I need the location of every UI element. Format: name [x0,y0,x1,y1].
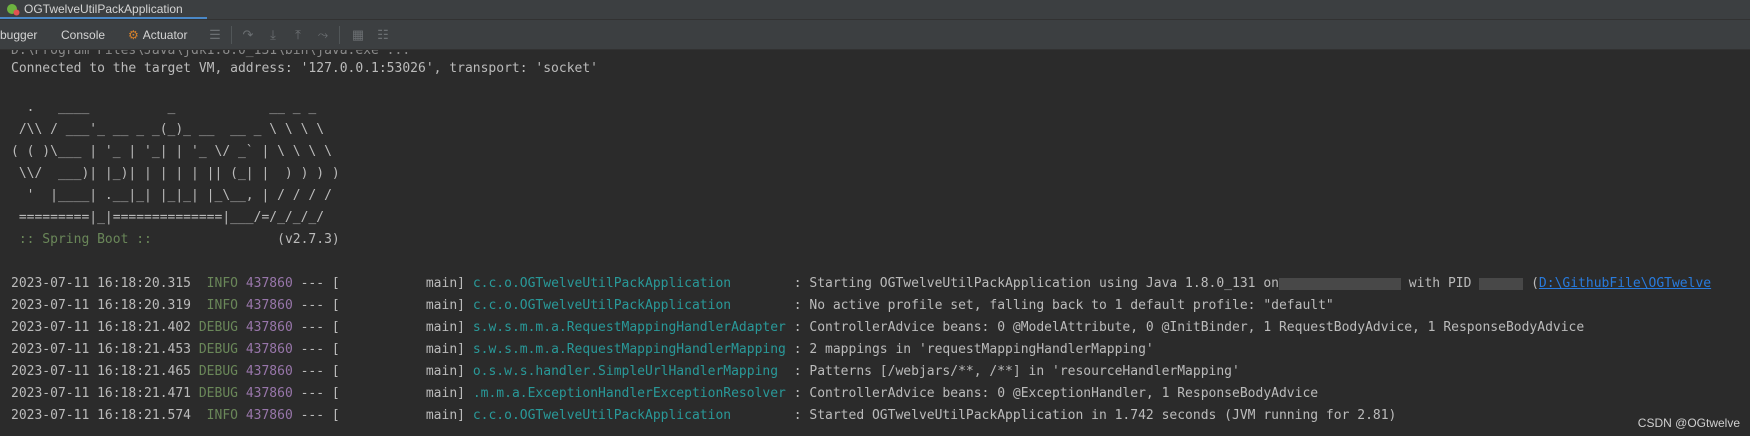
log-separator: --- [ [292,364,340,379]
trace-icon[interactable]: ☷ [375,27,391,43]
redacted-pid [1479,277,1524,290]
log-separator: --- [ [292,342,340,357]
log-timestamp: 2023-07-11 16:18:21.465 [11,364,192,379]
step-over-icon[interactable]: ↷ [240,27,256,43]
log-line: 2023-07-11 16:18:21.465 DEBUG 437860 ---… [11,362,1240,381]
spring-boot-version-line: :: Spring Boot :: (v2.7.3) [11,230,340,249]
step-out-icon[interactable]: ⤒ [290,27,306,43]
log-separator: --- [ [292,320,340,335]
toolbar-divider [231,26,232,44]
log-message-pid-text: with PID [1400,276,1472,291]
log-message: : Starting OGTwelveUtilPackApplication u… [785,276,1279,291]
log-message: : 2 mappings in 'requestMappingHandlerMa… [785,342,1154,357]
log-pid: 437860 [245,386,293,401]
log-pid: 437860 [245,298,293,313]
log-separator: --- [ [292,298,340,313]
log-thread: main] [339,320,465,335]
log-pid: 437860 [245,342,293,357]
log-thread: main] [339,298,465,313]
log-line: 2023-07-11 16:18:21.402 DEBUG 437860 ---… [11,318,1584,337]
log-separator: --- [ [292,408,340,423]
banner-line: \\/ ___)| |_)| | | | | || (_| | ) ) ) ) [11,166,340,181]
csdn-watermark: CSDN @OGtwelve [1637,416,1740,430]
run-tab-label: OGTwelveUtilPackApplication [24,1,183,16]
log-thread: main] [339,386,465,401]
run-tool-window-tabs: OGTwelveUtilPackApplication [0,0,1750,20]
log-level: DEBUG [191,342,238,357]
tab-debugger[interactable]: bugger [0,20,37,49]
log-message: : Patterns [/webjars/**, /**] in 'resour… [785,364,1240,379]
log-level: DEBUG [191,386,238,401]
run-to-cursor-icon[interactable]: ⤳ [315,27,331,43]
log-separator: --- [ [292,386,340,401]
banner-line: /\\ / ___'_ __ _ _(_)_ __ __ _ \ \ \ \ [11,122,325,137]
log-message: : No active profile set, falling back to… [785,298,1334,313]
log-message: : ControllerAdvice beans: 0 @ModelAttrib… [785,320,1585,335]
log-logger: c.c.o.OGTwelveUtilPackApplication [472,408,786,423]
log-timestamp: 2023-07-11 16:18:21.574 [11,408,192,423]
tab-actuator[interactable]: ⚙ Actuator [128,20,187,49]
spring-boot-version: (v2.7.3) [159,232,340,247]
connected-message: Connected to the target VM, address: '12… [11,61,598,76]
log-pid: 437860 [245,276,293,291]
log-message: : ControllerAdvice beans: 0 @ExceptionHa… [785,386,1319,401]
log-timestamp: 2023-07-11 16:18:20.319 [11,298,192,313]
log-timestamp: 2023-07-11 16:18:21.402 [11,320,192,335]
menu-icon[interactable]: ☰ [207,27,223,43]
log-level: INFO [191,276,238,291]
run-toolbar: bugger Console ⚙ Actuator ☰ ↷ ⤓ ⤒ ⤳ ▦ ☷ [0,20,1750,50]
log-pid: 437860 [245,408,293,423]
log-level: DEBUG [191,364,238,379]
log-logger: c.c.o.OGTwelveUtilPackApplication [472,298,786,313]
banner-line: ( ( )\___ | '_ | '_| | '_ \/ _` | \ \ \ … [11,144,332,159]
log-thread: main] [339,408,465,423]
project-path-link[interactable]: D:\GithubFile\OGTwelve [1539,276,1711,291]
tab-console[interactable]: Console [61,20,105,49]
log-level: DEBUG [191,320,238,335]
log-line: 2023-07-11 16:18:20.315 INFO 437860 --- … [11,274,1711,293]
log-timestamp: 2023-07-11 16:18:20.315 [11,276,192,291]
log-level: INFO [191,408,238,423]
redacted-hostname [1278,277,1401,290]
log-logger: s.w.s.m.m.a.RequestMappingHandlerAdapter [472,320,786,335]
log-line: 2023-07-11 16:18:20.319 INFO 437860 --- … [11,296,1334,315]
log-thread: main] [339,276,465,291]
console-output[interactable]: D:\Program Files\Java\jdk1.8.0_131\bin\j… [0,50,1750,436]
toolbar-divider [339,26,340,44]
spring-app-icon [6,2,20,16]
spring-boot-label: :: Spring Boot :: [11,232,160,247]
log-timestamp: 2023-07-11 16:18:21.453 [11,342,192,357]
log-separator: --- [ [292,276,340,291]
banner-line: =========|_|==============|___/=/_/_/_/ [11,210,325,225]
log-pid: 437860 [245,320,293,335]
log-level: INFO [191,298,238,313]
log-timestamp: 2023-07-11 16:18:21.471 [11,386,192,401]
log-logger: s.w.s.m.m.a.RequestMappingHandlerMapping [472,342,786,357]
actuator-icon: ⚙ [128,27,139,42]
log-logger: o.s.w.s.handler.SimpleUrlHandlerMapping [472,364,786,379]
banner-line: . ____ _ __ _ _ [11,100,317,115]
log-message: : Started OGTwelveUtilPackApplication in… [785,408,1397,423]
log-paren: ( [1531,276,1539,291]
log-logger: .m.m.a.ExceptionHandlerExceptionResolver [472,386,786,401]
log-line: 2023-07-11 16:18:21.574 INFO 437860 --- … [11,406,1396,425]
banner-line: ' |____| .__|_| |_|_| |_\__, | / / / / [11,188,332,203]
step-into-icon[interactable]: ⤓ [265,27,281,43]
log-logger: c.c.o.OGTwelveUtilPackApplication [472,276,786,291]
log-line: 2023-07-11 16:18:21.453 DEBUG 437860 ---… [11,340,1154,359]
log-pid: 437860 [245,364,293,379]
evaluate-expression-icon[interactable]: ▦ [350,27,366,43]
log-thread: main] [339,364,465,379]
run-tab-active[interactable]: OGTwelveUtilPackApplication [0,0,207,19]
log-thread: main] [339,342,465,357]
log-line: 2023-07-11 16:18:21.471 DEBUG 437860 ---… [11,384,1318,403]
